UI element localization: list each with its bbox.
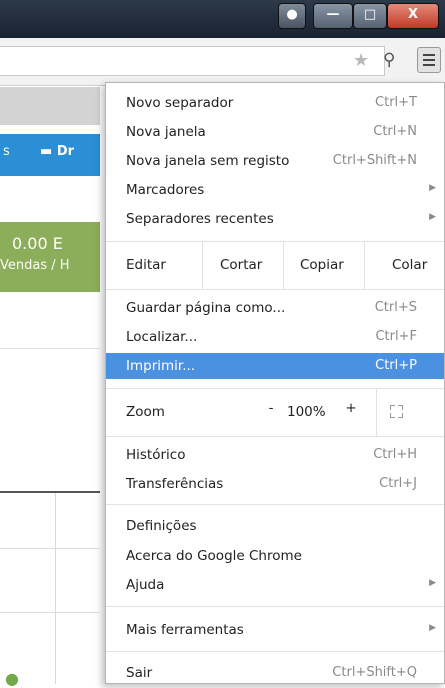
menu-item-shortcut: Ctrl+J bbox=[379, 476, 417, 491]
status-dot: ● bbox=[5, 669, 19, 688]
page-header-strip bbox=[0, 87, 100, 125]
folder-icon: ▬ bbox=[40, 144, 53, 159]
minimize-icon: — bbox=[326, 7, 340, 22]
edit-label-cell: Editar bbox=[106, 241, 202, 289]
menu-item-label: Mais ferramentas bbox=[126, 622, 244, 638]
fullscreen-icon[interactable] bbox=[390, 405, 403, 418]
submenu-arrow-icon: ▶ bbox=[429, 183, 436, 193]
edit-label: Editar bbox=[126, 257, 166, 273]
menu-item-label: Localizar... bbox=[126, 329, 198, 345]
address-bar[interactable] bbox=[0, 46, 385, 76]
menu-item-label: Guardar página como... bbox=[126, 300, 286, 316]
table-grid-line bbox=[55, 493, 56, 684]
close-icon: X bbox=[407, 7, 419, 22]
minimize-button[interactable]: — bbox=[313, 3, 353, 29]
menu-item-label: Sair bbox=[126, 665, 153, 681]
menu-edit-row: Editar Cortar Copiar Colar bbox=[106, 241, 444, 289]
user-icon: ● bbox=[286, 7, 298, 22]
table-grid-line bbox=[0, 612, 100, 613]
menu-separator bbox=[106, 289, 444, 290]
menu-item-shortcut: Ctrl+P bbox=[375, 358, 417, 373]
menu-item-label: Definições bbox=[126, 518, 197, 534]
menu-item-shortcut: Ctrl+H bbox=[373, 447, 417, 462]
menu-separator bbox=[106, 436, 444, 437]
zoom-label: Zoom bbox=[126, 404, 165, 420]
chrome-main-menu: Novo separador Ctrl+T Nova janela Ctrl+N… bbox=[105, 82, 445, 684]
menu-item-label: Transferências bbox=[126, 476, 224, 492]
menu-item-shortcut: Ctrl+S bbox=[374, 300, 417, 315]
menu-item-label: Histórico bbox=[126, 447, 186, 463]
menu-item-new-tab[interactable]: Novo separador Ctrl+T bbox=[106, 91, 444, 115]
stat-label: Vendas / H bbox=[0, 258, 70, 273]
cut-button[interactable]: Cortar bbox=[203, 241, 283, 289]
menu-item-about-chrome[interactable]: Acerca do Google Chrome bbox=[106, 544, 444, 568]
maximize-icon: □ bbox=[363, 7, 377, 22]
menu-item-bookmarks[interactable]: Marcadores ▶ bbox=[106, 178, 444, 202]
menu-item-label: Novo separador bbox=[126, 95, 234, 111]
menu-item-shortcut: Ctrl+F bbox=[375, 329, 417, 344]
menu-item-label: Acerca do Google Chrome bbox=[126, 548, 302, 564]
zoom-out-button[interactable]: - bbox=[256, 400, 286, 424]
menu-item-history[interactable]: Histórico Ctrl+H bbox=[106, 443, 444, 467]
menu-item-more-tools[interactable]: Mais ferramentas ▶ bbox=[106, 618, 444, 642]
menu-item-save-page[interactable]: Guardar página como... Ctrl+S bbox=[106, 296, 444, 320]
menu-item-shortcut: Ctrl+T bbox=[375, 95, 417, 110]
menu-item-label: Imprimir... bbox=[126, 358, 196, 374]
table-header-line bbox=[0, 491, 100, 493]
cut-label: Cortar bbox=[220, 257, 263, 273]
menu-separator bbox=[376, 388, 377, 436]
page-blue-toolbar: s ▬ Dr bbox=[0, 134, 100, 176]
menu-item-label: Marcadores bbox=[126, 182, 205, 198]
menu-zoom-row: Zoom - 100% + bbox=[106, 388, 444, 436]
paste-button[interactable]: Colar bbox=[365, 241, 444, 289]
menu-item-recent-tabs[interactable]: Separadores recentes ▶ bbox=[106, 207, 444, 231]
menu-item-settings[interactable]: Definições bbox=[106, 514, 444, 538]
menu-separator bbox=[106, 504, 444, 505]
menu-item-shortcut: Ctrl+Shift+Q bbox=[332, 665, 417, 680]
blue-bar-fragment: s bbox=[3, 144, 10, 159]
window-titlebar: ● — □ X bbox=[0, 0, 445, 38]
menu-item-label: Ajuda bbox=[126, 577, 165, 593]
submenu-arrow-icon: ▶ bbox=[429, 212, 436, 222]
paste-label: Colar bbox=[392, 257, 428, 273]
menu-item-incognito-window[interactable]: Nova janela sem registo Ctrl+Shift+N bbox=[106, 149, 444, 173]
menu-item-shortcut: Ctrl+Shift+N bbox=[332, 153, 417, 168]
menu-item-exit[interactable]: Sair Ctrl+Shift+Q bbox=[106, 661, 444, 685]
folder-link-label: Dr bbox=[56, 144, 75, 159]
submenu-arrow-icon: ▶ bbox=[429, 578, 436, 588]
copy-button[interactable]: Copiar bbox=[284, 241, 364, 289]
extension-icon[interactable]: ⚲ bbox=[383, 50, 395, 70]
menu-item-label: Separadores recentes bbox=[126, 211, 274, 227]
hamburger-menu-icon[interactable] bbox=[417, 47, 441, 73]
menu-item-label: Nova janela bbox=[126, 124, 206, 140]
stat-value: 0.00 E bbox=[12, 234, 63, 253]
divider bbox=[0, 348, 100, 349]
menu-item-find[interactable]: Localizar... Ctrl+F bbox=[106, 325, 444, 349]
menu-item-print[interactable]: Imprimir... Ctrl+P bbox=[106, 353, 444, 379]
close-window-button[interactable]: X bbox=[387, 3, 439, 29]
menu-item-help[interactable]: Ajuda ▶ bbox=[106, 573, 444, 597]
menu-item-shortcut: Ctrl+N bbox=[373, 124, 417, 139]
menu-separator bbox=[106, 606, 444, 607]
browser-toolbar bbox=[0, 38, 445, 86]
menu-item-new-window[interactable]: Nova janela Ctrl+N bbox=[106, 120, 444, 144]
menu-item-label: Nova janela sem registo bbox=[126, 153, 290, 169]
menu-item-downloads[interactable]: Transferências Ctrl+J bbox=[106, 472, 444, 496]
zoom-in-button[interactable]: + bbox=[336, 400, 366, 424]
sales-stat-card: 0.00 E Vendas / H bbox=[0, 222, 100, 292]
star-icon[interactable]: ★ bbox=[353, 50, 369, 71]
zoom-level: 100% bbox=[287, 404, 326, 420]
menu-separator bbox=[106, 651, 444, 652]
table-grid-line bbox=[0, 548, 100, 549]
copy-label: Copiar bbox=[300, 257, 344, 273]
folder-link[interactable]: ▬ Dr bbox=[40, 144, 74, 159]
maximize-button[interactable]: □ bbox=[353, 3, 387, 29]
user-profile-button[interactable]: ● bbox=[278, 3, 306, 29]
submenu-arrow-icon: ▶ bbox=[429, 623, 436, 633]
